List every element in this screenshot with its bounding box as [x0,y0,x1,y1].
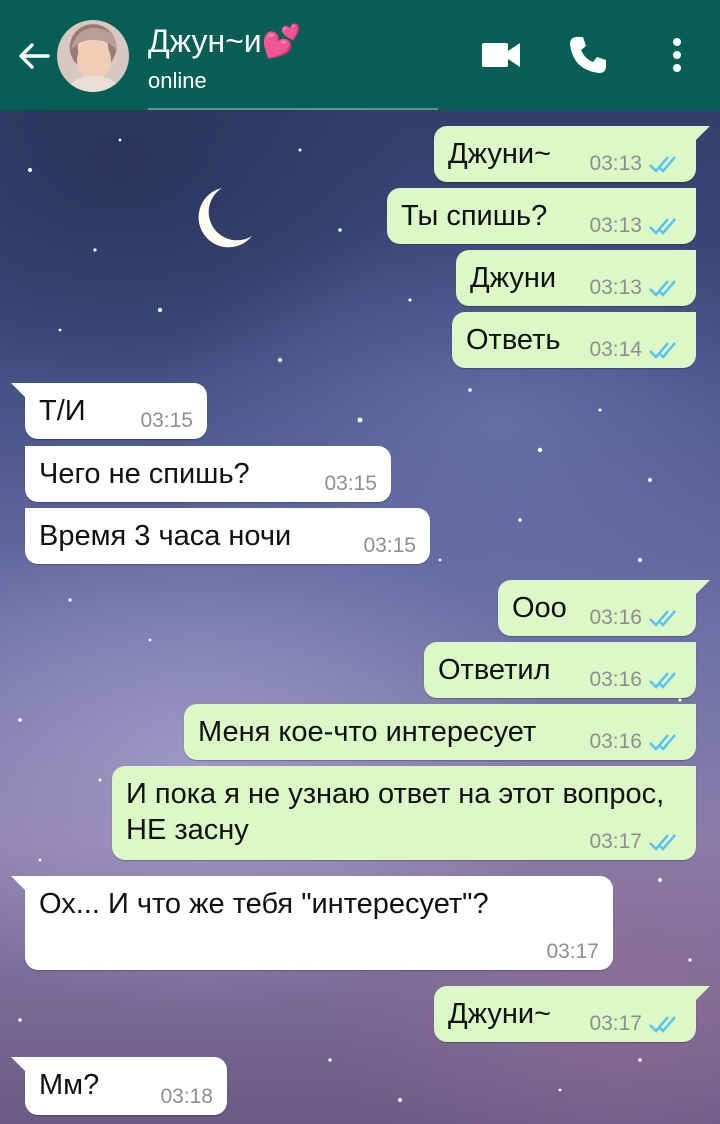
message-meta: 03:17 [589,1012,682,1036]
outgoing-message[interactable]: Джуни~ 03:17 [434,986,710,1042]
outgoing-message[interactable]: Джуни~ 03:13 [434,126,710,182]
message-time: 03:18 [160,1085,213,1108]
contact-name[interactable]: Джун~и💕 [148,22,302,60]
read-receipt-icon [649,834,676,851]
outgoing-message[interactable]: Ооо 03:16 [498,580,710,636]
bubble-tail [11,383,27,399]
message-text: Время 3 часа ночи [39,520,292,552]
incoming-message[interactable]: Т/И 03:15 [11,383,207,439]
more-vert-icon[interactable] [654,32,700,78]
message-meta: 03:16 [589,730,682,754]
message-time: 03:15 [140,409,193,432]
read-receipt-icon [649,1016,676,1033]
message-meta: 03:16 [589,668,682,692]
message-meta: 03:18 [160,1085,213,1109]
read-receipt-icon [649,672,676,689]
incoming-message[interactable]: Ох... И что же тебя "интересует"? 03:17 [11,876,613,970]
message-time: 03:16 [589,606,642,629]
message-meta: 03:15 [363,534,416,558]
header-divider [148,108,438,110]
incoming-message[interactable]: Чего не спишь? 03:15 [25,446,391,502]
read-receipt-icon [649,280,676,297]
outgoing-message[interactable]: Ты спишь? 03:13 [387,188,696,244]
message-time: 03:13 [589,152,642,175]
message-text: Мм? [39,1069,100,1101]
message-meta: 03:17 [589,830,682,854]
read-receipt-icon [649,342,676,359]
phone-icon[interactable] [565,32,611,78]
message-time: 03:15 [363,534,416,557]
message-text: Ответь [466,324,561,356]
incoming-message[interactable]: Мм? 03:18 [11,1057,227,1115]
message-meta: 03:13 [589,152,682,176]
crescent-moon-icon [198,188,252,248]
bubble-tail [694,126,710,142]
read-receipt-icon [649,610,676,627]
outgoing-message[interactable]: Меня кое-что интересует 03:16 [184,704,696,760]
message-time: 03:17 [589,1012,642,1035]
message-meta: 03:15 [140,409,193,433]
outgoing-message[interactable]: Ответил 03:16 [424,642,696,698]
message-meta: 03:13 [589,214,682,238]
bubble-tail [11,876,27,892]
message-text: Чего не спишь? [39,458,250,490]
message-text: Джуни~ [448,138,552,170]
read-receipt-icon [649,734,676,751]
message-time: 03:15 [324,472,377,495]
message-time: 03:13 [589,276,642,299]
message-time: 03:13 [589,214,642,237]
message-text: Ты спишь? [401,200,548,232]
message-time: 03:17 [546,940,599,963]
message-meta: 03:15 [324,472,377,496]
read-receipt-icon [649,156,676,173]
message-time: 03:16 [589,668,642,691]
message-text: Ох... И что же тебя "интересует"? [39,888,489,920]
message-time: 03:14 [589,338,642,361]
message-text: Ответил [438,654,551,686]
message-meta: 03:13 [589,276,682,300]
message-meta: 03:16 [589,606,682,630]
outgoing-message[interactable]: И пока я не узнаю ответ на этот вопрос, … [112,766,696,860]
back-arrow-icon[interactable] [16,38,52,74]
message-text: Меня кое-что интересует [198,716,537,748]
message-text: Т/И [39,395,86,427]
bubble-tail [694,986,710,1002]
chat-header: Джун~и💕 online [0,0,720,110]
read-receipt-icon [649,218,676,235]
message-text: Джуни [470,262,557,294]
message-time: 03:16 [589,730,642,753]
outgoing-message[interactable]: Ответь 03:14 [452,312,696,368]
outgoing-message[interactable]: Джуни 03:13 [456,250,696,306]
incoming-message[interactable]: Время 3 часа ночи 03:15 [25,508,430,564]
message-meta: 03:17 [546,940,599,964]
bubble-tail [694,580,710,596]
contact-avatar[interactable] [57,20,129,92]
message-text: Джуни~ [448,998,552,1030]
message-meta: 03:14 [589,338,682,362]
message-time: 03:17 [589,830,642,853]
message-text: Ооо [512,592,567,624]
contact-status: online [148,68,207,93]
video-call-icon[interactable] [478,32,524,78]
bubble-tail [11,1057,27,1073]
